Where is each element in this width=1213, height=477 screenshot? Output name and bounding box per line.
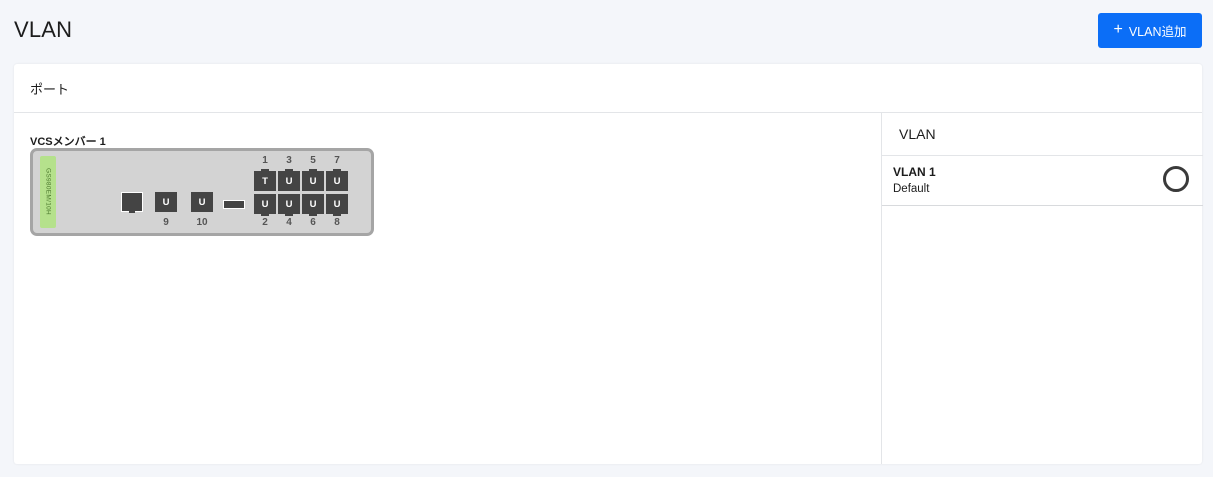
port-9[interactable]: U [155, 192, 177, 212]
port-number: 6 [310, 217, 316, 228]
management-port[interactable] [121, 192, 143, 213]
plus-icon: + [1113, 20, 1123, 38]
port-1[interactable]: T [254, 169, 276, 191]
port-6[interactable]: U [302, 194, 324, 216]
page-title: VLAN [14, 17, 73, 42]
add-vlan-button[interactable]: + VLAN追加 [1098, 13, 1202, 48]
switch-faceplate: GS980EM/10H U U 9 10 1 3 5 7 T U U U U U [30, 148, 374, 236]
port-8[interactable]: U [326, 194, 348, 216]
vcs-member-label: VCSメンバー 1 [30, 136, 106, 148]
port-number: 4 [286, 217, 292, 228]
port-number: 3 [286, 155, 292, 166]
switch-model-label: GS980EM/10H [44, 168, 52, 216]
vlan-description: Default [893, 183, 930, 195]
vlan-list-item[interactable]: VLAN 1 Default [882, 156, 1203, 206]
vlan-list-header: VLAN [882, 113, 1203, 156]
port-10[interactable]: U [191, 192, 213, 212]
port-2[interactable]: U [254, 194, 276, 216]
port-number: 5 [310, 155, 316, 166]
port-number: 10 [196, 217, 208, 228]
vlan-list-panel: VLAN VLAN 1 Default [881, 113, 1203, 464]
ports-card: ポート VCSメンバー 1 GS980EM/10H U U 9 10 1 3 5… [14, 64, 1203, 464]
console-slot [223, 200, 245, 209]
switch-panel: VCSメンバー 1 GS980EM/10H U U 9 10 1 3 5 7 T… [14, 113, 881, 464]
vlan-select-radio[interactable] [1163, 166, 1189, 192]
port-5[interactable]: U [302, 169, 324, 191]
vlan-name: VLAN 1 [893, 165, 936, 179]
port-number: 9 [163, 217, 169, 228]
port-number: 8 [334, 217, 340, 228]
port-3[interactable]: U [278, 169, 300, 191]
switch-model-strip: GS980EM/10H [40, 156, 56, 228]
port-7[interactable]: U [326, 169, 348, 191]
port-4[interactable]: U [278, 194, 300, 216]
ports-title: ポート [30, 81, 70, 97]
port-number: 2 [262, 217, 268, 228]
ports-card-header: ポート [14, 64, 1202, 113]
vlan-list-title: VLAN [899, 126, 936, 142]
port-number: 7 [334, 155, 340, 166]
add-vlan-label: VLAN追加 [1128, 25, 1187, 39]
port-number: 1 [262, 155, 268, 166]
